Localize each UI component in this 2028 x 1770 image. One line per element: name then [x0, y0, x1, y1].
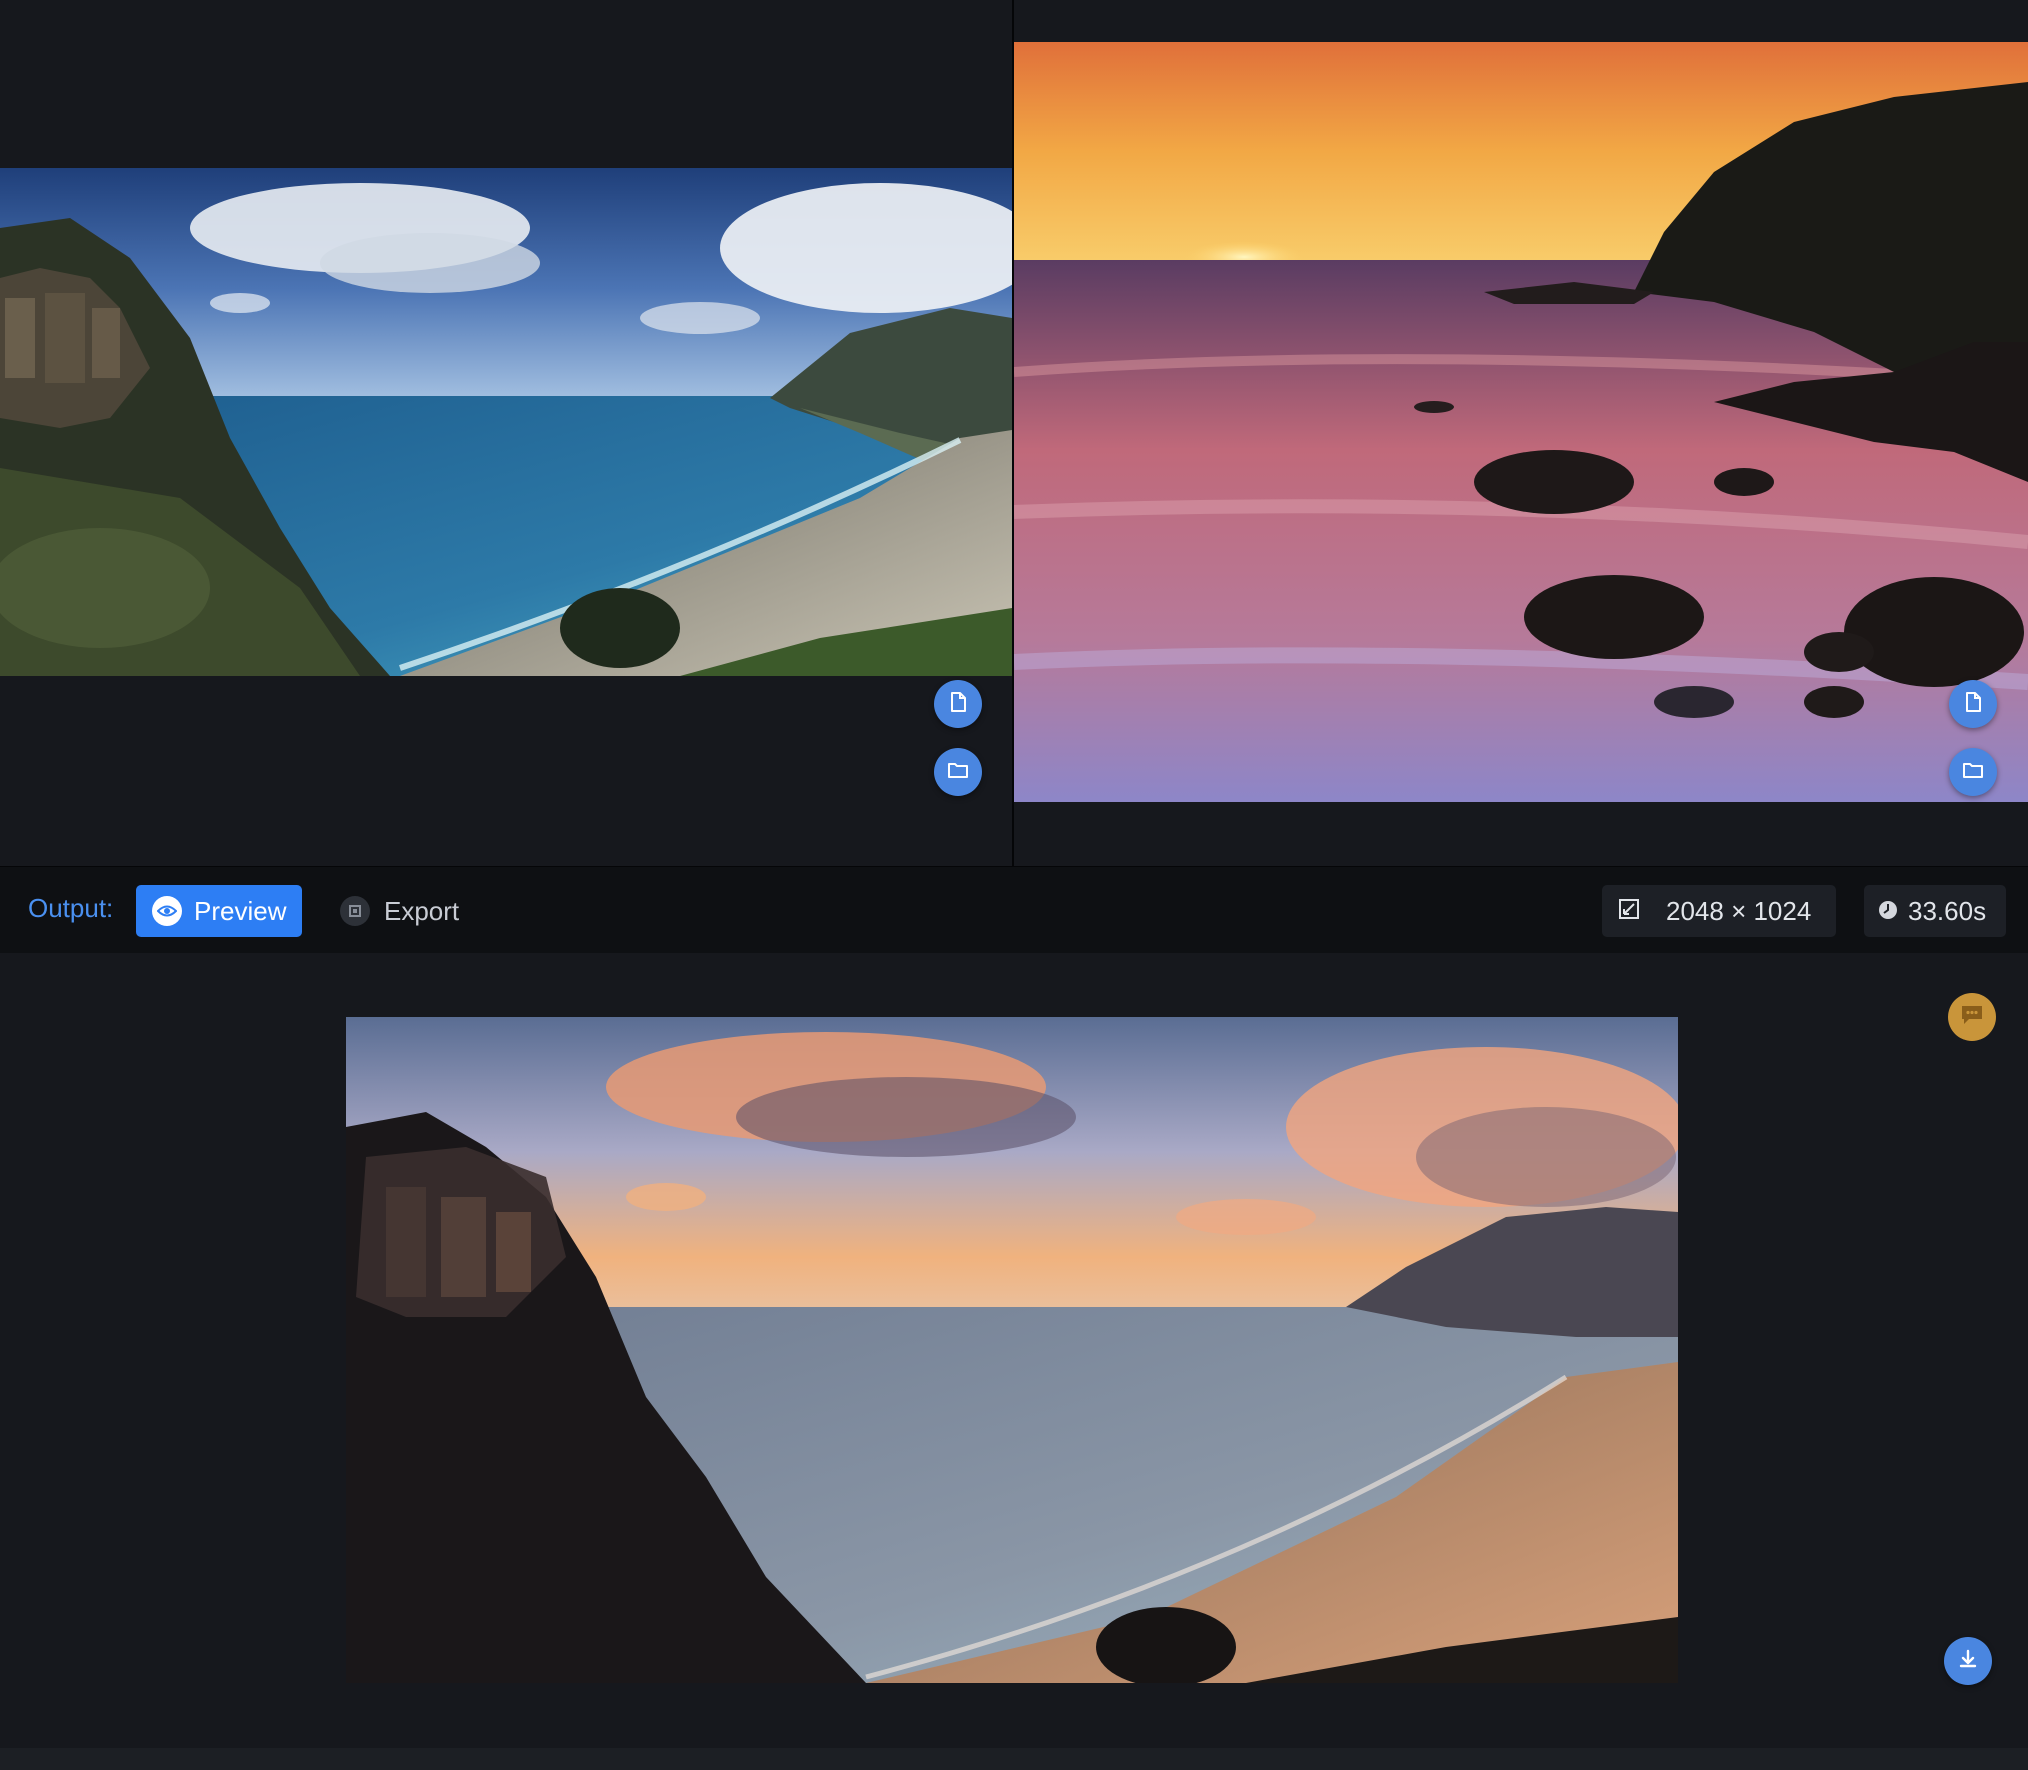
folder-icon [1962, 761, 1984, 784]
bottom-bar [0, 1748, 2028, 1770]
file-button[interactable] [934, 680, 982, 728]
feedback-button[interactable] [1948, 993, 1996, 1041]
resize-icon [1618, 896, 1640, 927]
output-area [0, 953, 2028, 1748]
file-icon [948, 691, 968, 718]
dimensions-badge: 2048 × 1024 [1602, 885, 1836, 937]
dimensions-value: 2048 × 1024 [1666, 895, 1812, 926]
output-label: Output: [28, 893, 114, 923]
file-icon [1963, 691, 1983, 718]
input-panel-left [0, 0, 1012, 866]
tab-preview-label: Preview [194, 895, 287, 926]
output-image [346, 1017, 1678, 1683]
tab-export-label: Export [384, 895, 460, 926]
clock-icon [1878, 896, 1898, 927]
input-panel-right [1014, 0, 2028, 866]
download-button[interactable] [1944, 1637, 1992, 1685]
chat-icon [1959, 1003, 1985, 1032]
folder-button[interactable] [1949, 748, 1997, 796]
folder-icon [947, 761, 969, 784]
input-image-sunset [1014, 42, 2028, 802]
folder-button[interactable] [934, 748, 982, 796]
tab-preview[interactable]: Preview [136, 885, 302, 937]
eye-icon [152, 896, 182, 926]
tab-export[interactable]: Export [340, 885, 459, 937]
output-toolbar: Output: Preview Export 2048 × 1024 33.60… [0, 866, 2028, 954]
input-panels [0, 0, 2028, 866]
duration-badge: 33.60s [1864, 885, 2006, 937]
file-button[interactable] [1949, 680, 1997, 728]
download-icon [1957, 1648, 1979, 1675]
duration-value: 33.60s [1908, 895, 1987, 926]
export-icon [340, 896, 370, 926]
input-image-coast-day [0, 168, 1012, 676]
